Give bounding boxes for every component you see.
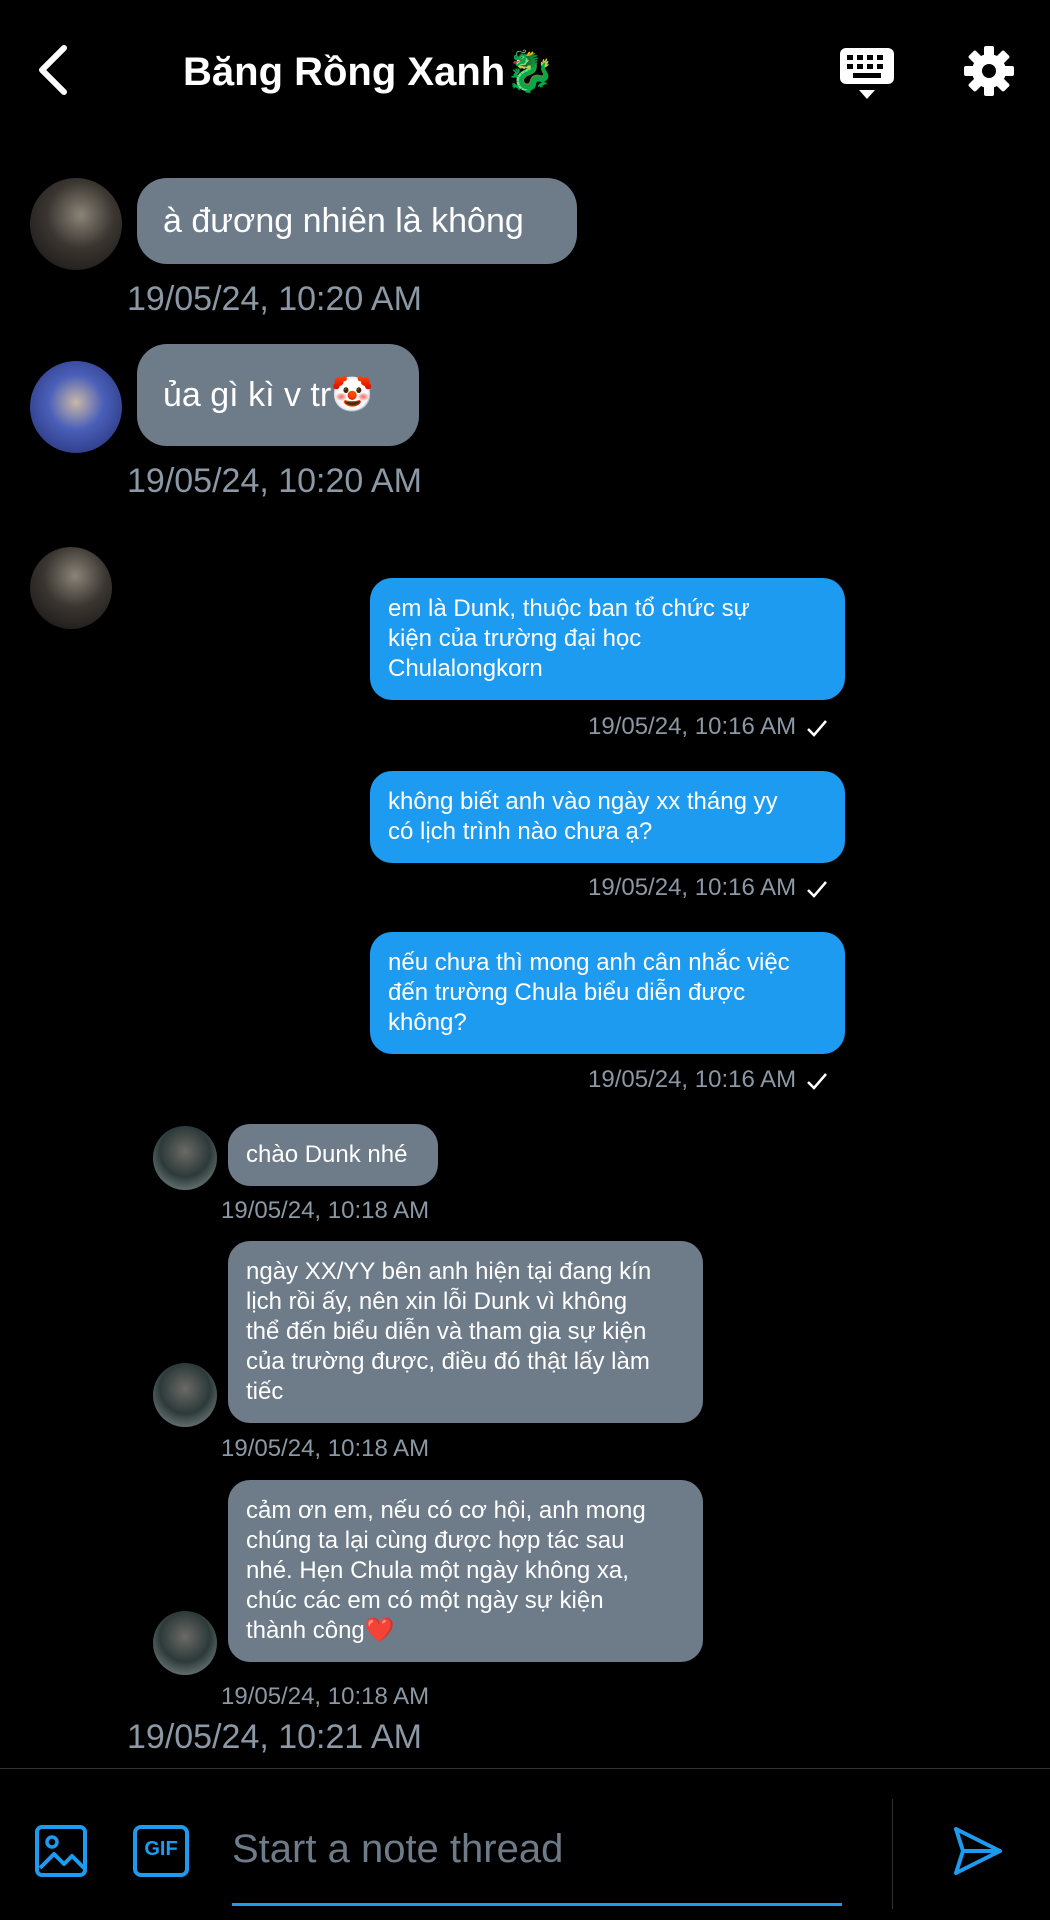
message-bubble[interactable]: cảm ơn em, nếu có cơ hội, anh mong chúng… xyxy=(228,1480,703,1662)
avatar[interactable] xyxy=(153,1363,217,1427)
message-bubble[interactable]: ủa gì kì v tr🤡 xyxy=(137,344,419,446)
chat-title: Băng Rồng Xanh🐉 xyxy=(183,50,556,94)
avatar[interactable] xyxy=(153,1611,217,1675)
timestamp-text: 19/05/24, 10:16 AM xyxy=(588,1066,797,1093)
back-arrow-icon xyxy=(39,45,67,95)
footer-timestamp: 19/05/24, 10:21 AM xyxy=(127,1718,422,1756)
message-bubble-outgoing[interactable]: nếu chưa thì mong anh cân nhắc việc đến … xyxy=(370,932,845,1054)
message-bubble[interactable]: à đương nhiên là không xyxy=(137,178,577,264)
message-timestamp: 19/05/24, 10:18 AM xyxy=(221,1683,430,1710)
check-icon xyxy=(807,719,828,737)
gear-icon xyxy=(964,46,1014,96)
avatar[interactable] xyxy=(30,178,122,270)
composer-bar: GIF xyxy=(0,1768,1050,1920)
keyboard-icon xyxy=(840,48,894,99)
message-timestamp: 19/05/24, 10:18 AM xyxy=(221,1197,430,1224)
message-timestamp: 19/05/24, 10:20 AM xyxy=(127,280,422,318)
timestamp-text: 19/05/24, 10:16 AM xyxy=(588,713,797,740)
check-icon xyxy=(807,880,828,898)
composer-divider xyxy=(892,1799,893,1909)
chat-header: Băng Rồng Xanh🐉 xyxy=(0,0,1050,150)
add-image-button[interactable] xyxy=(34,1824,88,1878)
avatar[interactable] xyxy=(30,361,122,453)
message-timestamp: 19/05/24, 10:16 AM xyxy=(588,713,828,741)
gif-label: GIF xyxy=(144,1838,178,1860)
message-bubble-outgoing[interactable]: không biết anh vào ngày xx tháng yy có l… xyxy=(370,771,845,863)
message-timestamp: 19/05/24, 10:16 AM xyxy=(588,1066,828,1094)
avatar[interactable] xyxy=(153,1126,217,1190)
message-timestamp: 19/05/24, 10:20 AM xyxy=(127,462,422,500)
avatar[interactable] xyxy=(30,547,112,629)
timestamp-text: 19/05/24, 10:16 AM xyxy=(588,874,797,901)
message-bubble[interactable]: chào Dunk nhé xyxy=(228,1124,438,1186)
input-underline xyxy=(232,1903,842,1906)
settings-button[interactable] xyxy=(962,44,1016,98)
keyboard-button[interactable] xyxy=(838,44,896,102)
note-input[interactable] xyxy=(232,1817,842,1881)
message-bubble-outgoing[interactable]: em là Dunk, thuộc ban tổ chức sự kiện củ… xyxy=(370,578,845,700)
message-timestamp: 19/05/24, 10:16 AM xyxy=(588,874,828,902)
add-gif-button[interactable]: GIF xyxy=(132,1824,190,1878)
back-button[interactable] xyxy=(30,40,80,100)
message-timestamp: 19/05/24, 10:18 AM xyxy=(221,1435,430,1462)
message-bubble[interactable]: ngày XX/YY bên anh hiện tại đang kín lịc… xyxy=(228,1241,703,1423)
check-icon xyxy=(807,1072,828,1090)
image-icon xyxy=(35,1825,87,1877)
send-button[interactable] xyxy=(952,1825,1004,1877)
send-icon xyxy=(954,1827,1002,1875)
